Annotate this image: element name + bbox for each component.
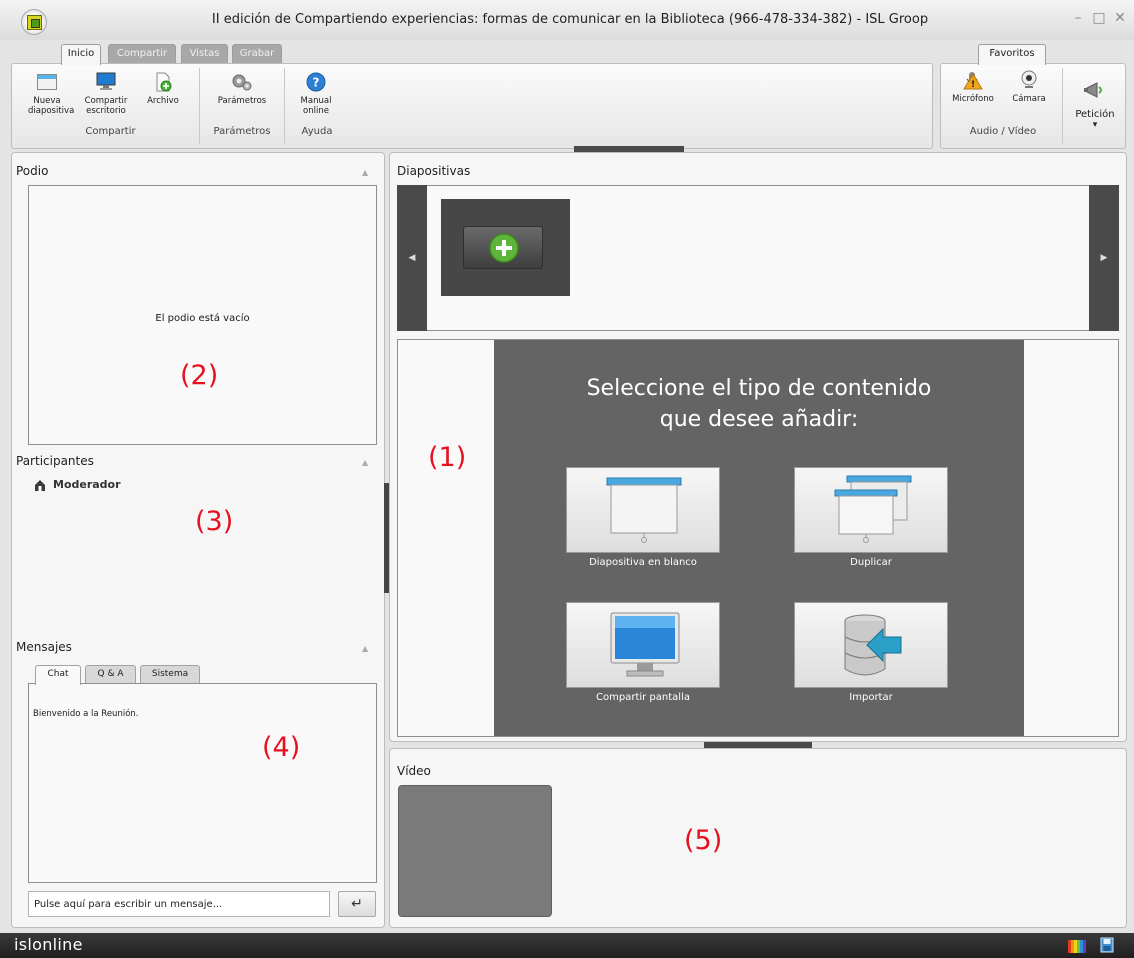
close-button[interactable]: ✕ [1112,10,1128,26]
file-add-icon [156,72,172,92]
brand-logo: islonline [14,935,83,954]
slides-title: Diapositivas [397,164,471,178]
blank-slide-option[interactable] [566,467,720,553]
podium-title: Podio [16,164,49,178]
add-slide-icon [489,233,519,263]
marker-2: (2) [180,360,219,391]
messages-title: Mensajes [16,640,72,654]
blank-slide-icon [606,477,682,543]
tab-grabar[interactable]: Grabar [232,44,282,64]
participants-collapse-icon[interactable]: ▲ [362,458,368,467]
send-message-button[interactable]: ↵ [338,891,376,917]
chat-message: Bienvenido a la Reunión. [33,709,139,719]
ribbon-separator [284,68,285,144]
microphone-warning-icon: ! [963,72,983,90]
ribbon-separator [1062,68,1063,144]
window-title: II edición de Compartiendo experiencias:… [211,12,929,27]
tab-inicio[interactable]: Inicio [61,44,101,65]
tab-chat[interactable]: Chat [35,665,81,685]
minimize-button[interactable]: – [1070,10,1086,26]
tab-sistema[interactable]: Sistema [140,665,200,684]
tab-compartir[interactable]: Compartir [108,44,176,64]
chat-message-input[interactable]: Pulse aquí para escribir un mensaje... [28,891,330,917]
import-option[interactable] [794,602,948,688]
messages-collapse-icon[interactable]: ▲ [362,644,368,653]
slide-icon [37,74,57,90]
group-label-audio-video: Audio / Vídeo [969,126,1037,137]
svg-text:!: ! [971,80,975,90]
save-icon[interactable] [1100,937,1114,953]
add-slide-thumbnail[interactable] [441,199,570,296]
maximize-button[interactable]: □ [1091,10,1107,26]
content-heading: Seleccione el tipo de contenido que dese… [586,376,932,432]
microphone-button[interactable]: ! Micrófono [950,70,996,104]
monitor-icon [96,72,116,90]
share-screen-label: Compartir pantalla [596,692,690,703]
duplicate-option[interactable] [794,467,948,553]
slides-prev-button[interactable]: ◀ [397,185,427,331]
gears-icon [232,74,252,91]
podium-empty-text: El podio está vacío [155,313,250,324]
status-bar [0,933,1134,958]
tab-favoritos[interactable]: Favoritos [978,44,1046,65]
online-manual-button[interactable]: ? Manual online [294,72,338,116]
duplicate-slides-icon [834,475,912,543]
tab-vistas[interactable]: Vistas [181,44,228,64]
camera-button[interactable]: Cámara [1006,70,1052,104]
screen-share-icon [610,612,680,677]
moderator-icon [35,480,45,491]
megaphone-icon [1084,82,1102,98]
request-button[interactable]: Petición ▾ [1068,80,1122,130]
marker-1: (1) [428,442,467,473]
share-screen-option[interactable] [566,602,720,688]
group-label-compartir: Compartir [85,126,136,137]
import-label: Importar [849,692,893,703]
marker-4: (4) [262,732,301,763]
video-title: Vídeo [397,764,431,778]
marker-3: (3) [195,506,234,537]
tab-q-and-a[interactable]: Q & A [85,665,136,684]
participants-title: Participantes [16,454,94,468]
moderator-label[interactable]: Moderador [53,478,121,491]
blank-slide-label: Diapositiva en blanco [589,557,697,568]
group-label-ayuda: Ayuda [301,126,333,137]
slides-next-button[interactable]: ▶ [1089,185,1119,331]
parameters-button[interactable]: Parámetros [210,72,274,106]
svg-text:?: ? [313,76,320,90]
file-button[interactable]: Archivo [144,72,182,106]
video-tile[interactable] [398,785,552,917]
help-icon: ? [306,72,326,92]
marker-5: (5) [684,825,723,856]
app-logo-icon[interactable] [21,9,47,35]
share-desktop-button[interactable]: Compartir escritorio [84,72,128,116]
import-database-icon [844,614,902,676]
group-label-parametros: Parámetros [213,126,271,137]
duplicate-label: Duplicar [850,557,892,568]
new-slide-button[interactable]: Nueva diapositiva [28,72,74,116]
webcam-icon [1021,70,1037,88]
podium-collapse-icon[interactable]: ▲ [362,168,368,177]
connection-meter-icon[interactable] [1068,938,1086,953]
